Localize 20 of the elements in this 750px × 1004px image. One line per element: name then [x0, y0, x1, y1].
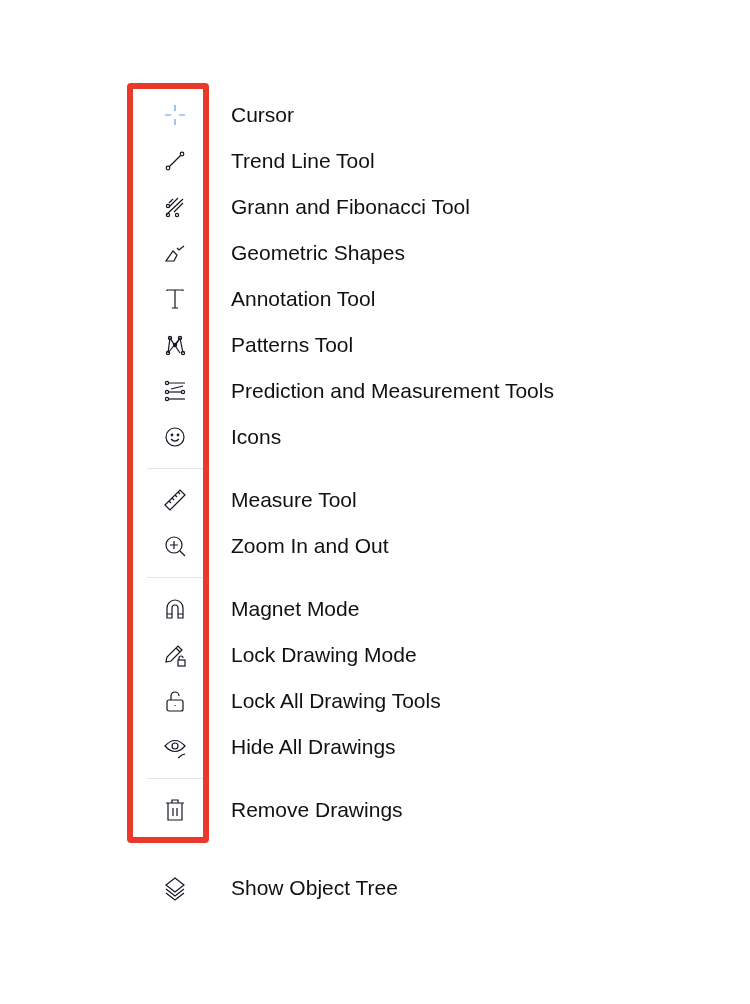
tool-label: Cursor	[231, 102, 294, 129]
tool-label: Show Object Tree	[231, 875, 398, 902]
smiley-icon[interactable]	[162, 424, 188, 450]
tool-label: Zoom In and Out	[231, 533, 389, 560]
tool-label: Geometric Shapes	[231, 240, 405, 267]
tool-label: Magnet Mode	[231, 596, 360, 623]
tool-label: Annotation Tool	[231, 286, 376, 313]
tool-label: Trend Line Tool	[231, 148, 375, 175]
tool-label: Icons	[231, 424, 282, 451]
tool-label: Hide All Drawings	[231, 734, 396, 761]
zoom-in-icon[interactable]	[162, 533, 188, 559]
sliders-icon[interactable]	[162, 378, 188, 404]
tool-label: Lock All Drawing Tools	[231, 688, 441, 715]
ruler-icon[interactable]	[162, 487, 188, 513]
tool-label: Prediction and Measurement Tools	[231, 378, 554, 405]
tool-label: Measure Tool	[231, 487, 357, 514]
tool-label: Grann and Fibonacci Tool	[231, 194, 470, 221]
tool-label: Remove Drawings	[231, 797, 403, 824]
tool-label: Lock Drawing Mode	[231, 642, 417, 669]
tool-label: Patterns Tool	[231, 332, 354, 359]
